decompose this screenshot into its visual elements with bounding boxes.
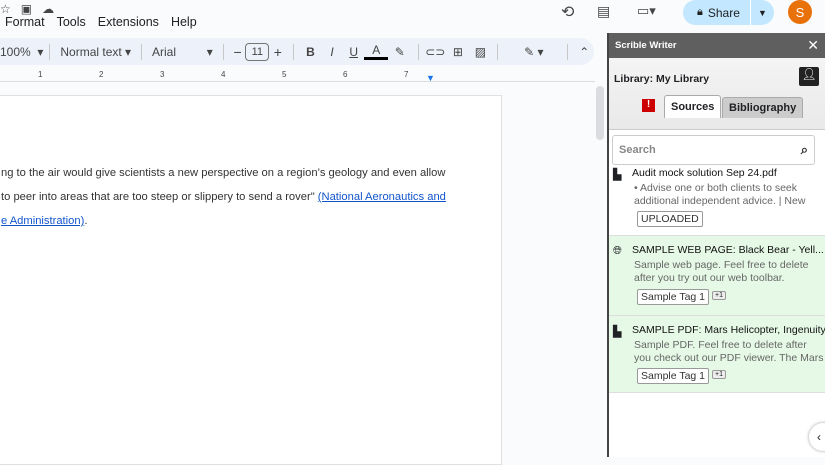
- collapse-toolbar-icon[interactable]: ⌃: [574, 42, 594, 62]
- bold-button[interactable]: B: [300, 42, 322, 62]
- tab-bibliography[interactable]: Bibliography: [722, 97, 804, 118]
- citation-link[interactable]: (National Aeronautics and: [318, 191, 446, 203]
- cloud-icon[interactable]: ☁: [42, 2, 54, 16]
- source-item[interactable]: ▙ Audit mock solution Sep 24.pdf • Advis…: [609, 159, 825, 235]
- lock-icon: 🔒︎: [697, 6, 703, 18]
- doc-line: e Administration).: [1, 215, 88, 227]
- italic-button[interactable]: I: [321, 42, 343, 62]
- underline-button[interactable]: U: [343, 42, 365, 62]
- star-icon[interactable]: ☆: [0, 2, 11, 16]
- tag-badge[interactable]: Sample Tag 1: [637, 368, 710, 384]
- move-folder-icon[interactable]: ▣: [21, 2, 32, 16]
- source-item[interactable]: 🌐︎ SAMPLE WEB PAGE: Black Bear - Yell...…: [609, 235, 825, 315]
- tab-sources[interactable]: Sources: [664, 95, 722, 118]
- more-tags-badge[interactable]: +1: [712, 370, 726, 379]
- citation-link[interactable]: e Administration): [1, 215, 84, 227]
- add-comment-icon[interactable]: ⊞: [446, 42, 470, 62]
- share-label: Share: [707, 5, 740, 20]
- search-icon[interactable]: ⌕: [801, 142, 808, 158]
- toolbar: 100% ▾ Normal text ▾ Arial ▾ − 11 + B I U …: [0, 38, 594, 65]
- menu-bar: Format Tools Extensions Help: [5, 15, 197, 29]
- meet-icon[interactable]: ▭▾: [637, 3, 656, 19]
- style-select[interactable]: Normal text ▾: [56, 42, 135, 62]
- close-icon[interactable]: ✕: [807, 37, 819, 54]
- avatar[interactable]: S: [788, 0, 812, 24]
- text-color-button[interactable]: A: [364, 43, 388, 60]
- menu-format[interactable]: Format: [5, 15, 45, 29]
- scrible-sidebar: Scrible Writer ✕ Library: My Library 👤︎ !…: [607, 33, 825, 457]
- scrollbar[interactable]: [596, 86, 604, 140]
- expand-panel-icon[interactable]: ‹: [809, 423, 825, 451]
- tag-badge[interactable]: Sample Tag 1: [637, 289, 710, 305]
- user-icon[interactable]: 👤︎: [799, 67, 819, 86]
- increase-font-button[interactable]: +: [269, 42, 287, 62]
- image-icon[interactable]: ▨: [470, 42, 492, 62]
- zoom-select[interactable]: 100% ▾: [0, 42, 43, 62]
- menu-extensions[interactable]: Extensions: [98, 15, 159, 29]
- source-item[interactable]: ▙ SAMPLE PDF: Mars Helicopter, Ingenuity…: [609, 315, 825, 393]
- pdf-icon: ▙: [613, 169, 622, 181]
- sidebar-title: Scrible Writer: [615, 40, 677, 51]
- editing-mode-button[interactable]: ✎ ▾: [514, 42, 553, 62]
- decrease-font-button[interactable]: −: [230, 42, 246, 62]
- doc-line: to peer into areas that are too steep or…: [1, 191, 446, 203]
- link-icon[interactable]: ⊂⊃: [425, 42, 447, 62]
- history-icon[interactable]: ⟲: [561, 2, 574, 22]
- pdf-icon: ▙: [613, 326, 622, 338]
- menu-tools[interactable]: Tools: [57, 15, 86, 29]
- tag-badge[interactable]: UPLOADED: [637, 211, 703, 227]
- comment-icon[interactable]: ▤: [597, 3, 610, 20]
- share-button[interactable]: 🔒︎ Share ▼: [683, 0, 774, 25]
- library-label[interactable]: Library: My Library: [614, 73, 709, 85]
- highlight-icon[interactable]: ✎: [388, 42, 412, 62]
- font-select[interactable]: Arial ▾: [148, 42, 217, 62]
- title-icons: ☆ ▣ ☁: [0, 2, 54, 16]
- share-dropdown[interactable]: ▼: [750, 0, 774, 25]
- right-indent-marker[interactable]: ▼: [426, 73, 435, 83]
- globe-icon: 🌐︎: [613, 245, 622, 257]
- font-size-input[interactable]: 11: [245, 42, 270, 61]
- document-page[interactable]: ng to the air would give scientists a ne…: [0, 95, 502, 465]
- doc-line: ng to the air would give scientists a ne…: [1, 167, 446, 179]
- alert-icon[interactable]: !: [642, 99, 655, 112]
- more-tags-badge[interactable]: +1: [712, 291, 726, 300]
- ruler[interactable]: 1 2 3 4 5 6 7 ▼: [0, 70, 595, 83]
- menu-help[interactable]: Help: [171, 15, 197, 29]
